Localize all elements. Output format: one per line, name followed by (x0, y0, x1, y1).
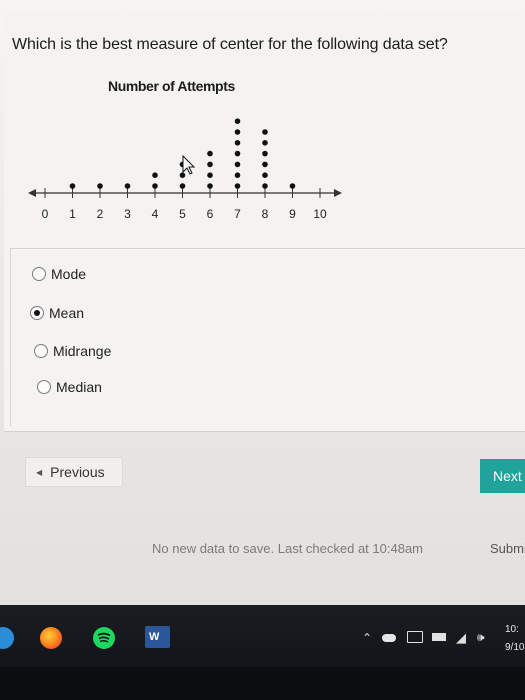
axis-arrow-left (28, 189, 36, 197)
save-status: No new data to save. Last checked at 10:… (152, 541, 424, 556)
dot-plot: 0 1 2 3 4 5 6 7 8 9 10 (28, 118, 342, 221)
spotify-waves (97, 632, 111, 643)
firefox-icon[interactable] (40, 627, 62, 649)
radio-mode[interactable] (32, 267, 46, 281)
choice-label: Median (56, 379, 102, 395)
submit-button[interactable]: Submit (490, 541, 525, 556)
dot (234, 150, 241, 157)
network-status-icon[interactable] (407, 631, 423, 643)
dot (152, 172, 158, 178)
chevron-up-icon[interactable]: ⌃ (362, 631, 372, 645)
dot (262, 172, 268, 178)
taskbar: W ⌃ ◢ 🕪 10: 9/10 (0, 605, 525, 667)
radio-mean[interactable] (30, 306, 44, 320)
x-tick-label: 7 (234, 207, 241, 221)
choice-midrange[interactable]: Midrange (34, 343, 111, 359)
cloud-icon[interactable] (382, 634, 396, 642)
taskbar-time[interactable]: 10: (505, 624, 519, 635)
x-tick-label: 2 (97, 207, 104, 221)
previous-label: Previous (50, 464, 105, 480)
choice-label: Mean (49, 305, 85, 321)
dot (262, 129, 268, 135)
next-label: Next (493, 468, 522, 484)
dot (262, 183, 268, 189)
next-button[interactable]: Next (480, 459, 525, 493)
wifi-icon[interactable]: ◢ (456, 630, 466, 646)
x-tick-label: 3 (124, 207, 131, 221)
start-icon[interactable] (0, 627, 14, 649)
dot (234, 140, 241, 146)
radio-median[interactable] (37, 380, 51, 394)
dot (97, 183, 103, 189)
dot (234, 129, 241, 135)
dot (152, 183, 158, 189)
dot (207, 183, 213, 189)
x-tick-label: 9 (289, 207, 296, 221)
dot (234, 183, 241, 189)
previous-button[interactable]: ◀ Previous (25, 457, 123, 487)
choice-label: Mode (51, 266, 87, 282)
dot (179, 183, 186, 189)
radio-midrange[interactable] (34, 344, 48, 358)
browser-viewport: Which is the best measure of center for … (0, 0, 525, 605)
choice-label: Midrange (53, 343, 112, 359)
mouse-cursor-icon (182, 154, 196, 175)
x-tick-label: 4 (152, 207, 159, 221)
word-icon[interactable]: W (145, 626, 170, 648)
dot (69, 183, 76, 189)
dot (207, 150, 213, 157)
choice-mean[interactable]: Mean (30, 305, 84, 321)
dot (207, 172, 213, 178)
dot (262, 150, 268, 157)
chevron-left-icon: ◀ (36, 467, 43, 477)
dot (207, 161, 213, 168)
answer-choices (10, 248, 525, 426)
dot (289, 183, 296, 189)
x-tick-label: 8 (262, 207, 269, 221)
spotify-icon[interactable] (93, 627, 115, 649)
dot (262, 161, 268, 168)
axis-arrow-right (334, 189, 342, 197)
volume-icon[interactable]: 🕪 (477, 630, 485, 645)
x-tick-label: 0 (42, 207, 49, 221)
x-tick-label: 10 (313, 207, 327, 221)
dot (262, 140, 268, 146)
screen-bezel (0, 667, 525, 700)
dot (179, 172, 186, 178)
dot (124, 183, 131, 189)
dot (234, 161, 241, 168)
choice-mode[interactable]: Mode (32, 266, 86, 282)
battery-icon[interactable] (432, 633, 446, 641)
choice-median[interactable]: Median (37, 379, 102, 395)
x-tick-label: 6 (207, 207, 214, 221)
x-tick-label: 1 (69, 207, 76, 221)
taskbar-date[interactable]: 9/10 (505, 642, 524, 653)
x-tick-label: 5 (179, 207, 186, 221)
dot (234, 118, 241, 124)
dot (234, 172, 241, 178)
